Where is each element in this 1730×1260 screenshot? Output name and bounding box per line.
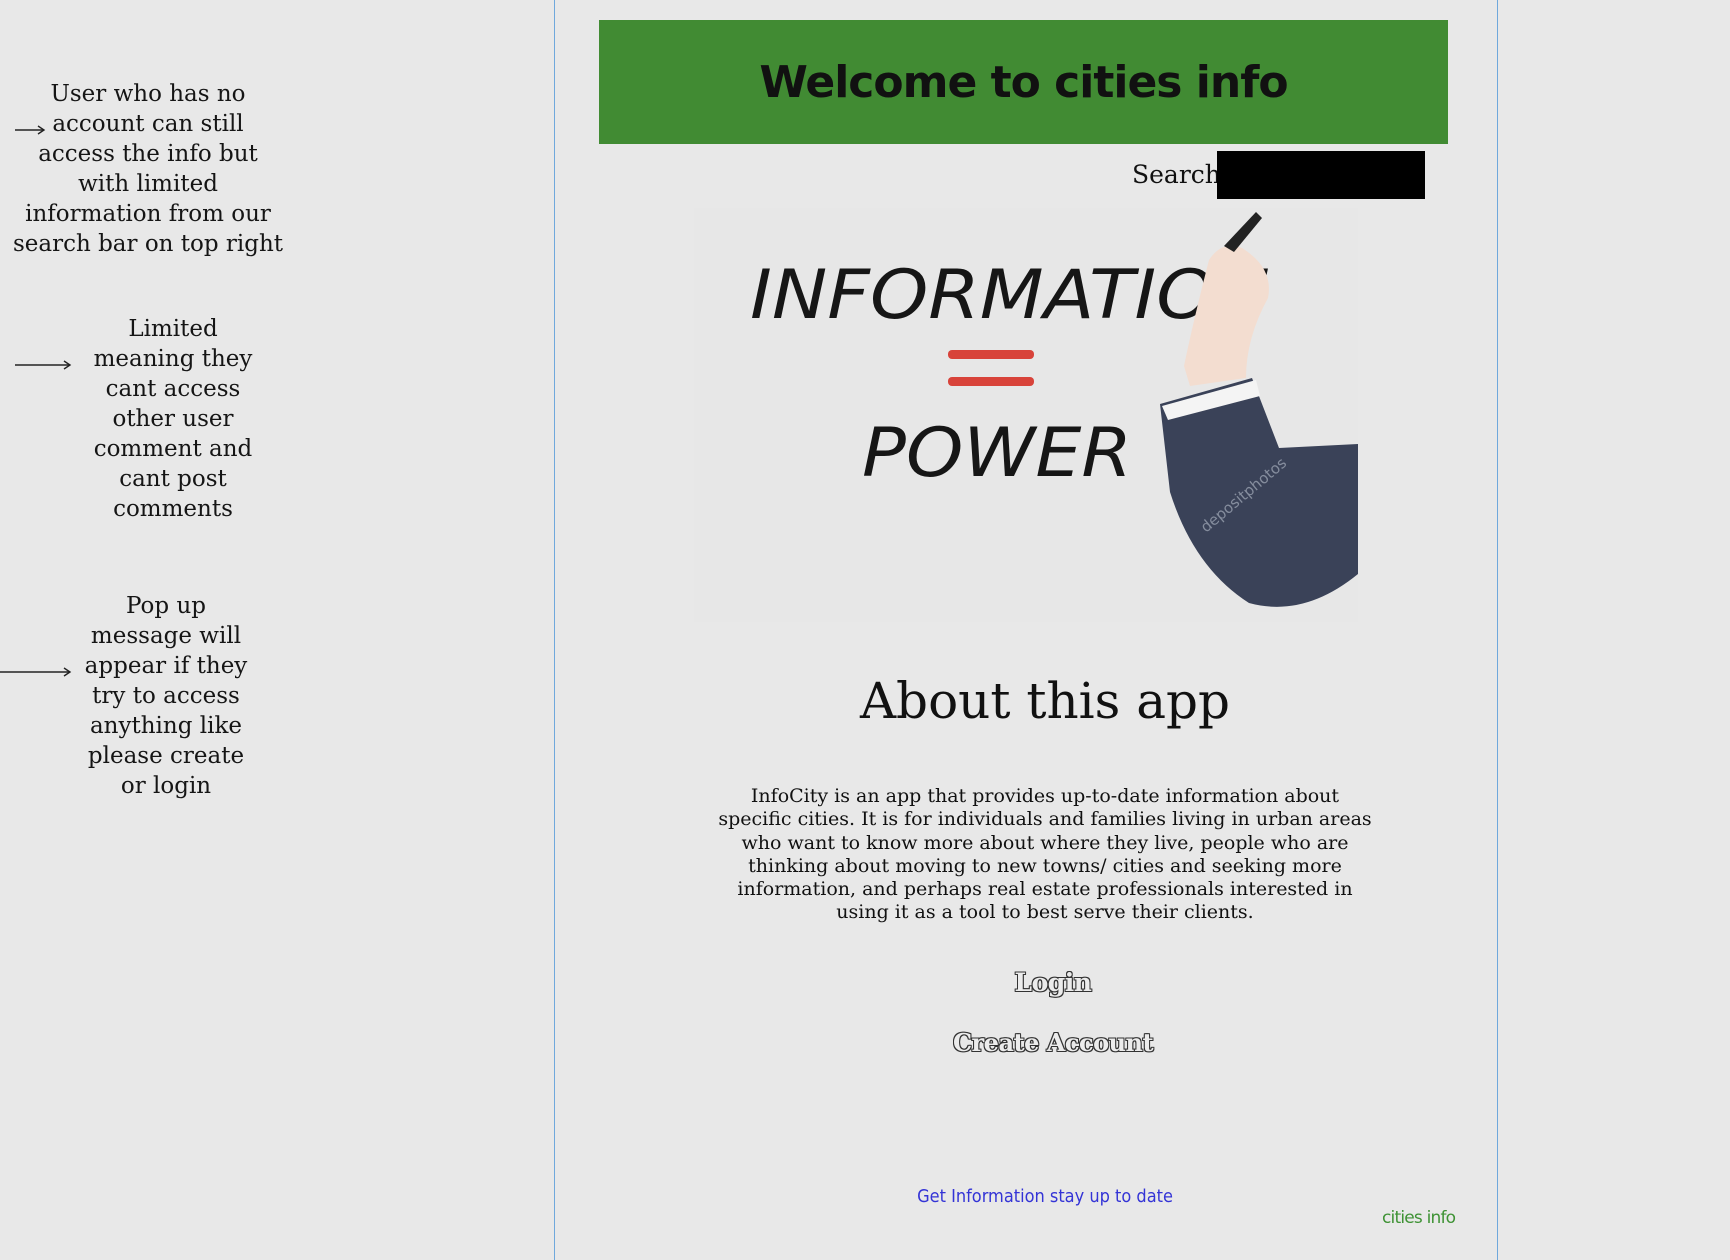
frame-right-line xyxy=(1497,0,1498,1260)
frame-left-line xyxy=(554,0,555,1260)
about-title: About this app xyxy=(859,672,1231,730)
annotation-arrow-1 xyxy=(15,125,46,135)
footer-info-link[interactable]: Get Information stay up to date xyxy=(900,1186,1190,1207)
hero-image: INFORMATION POWER depositphotos xyxy=(694,208,1358,622)
hero-line-information: INFORMATION xyxy=(750,256,1270,335)
footer-brand: cities info xyxy=(1382,1208,1456,1228)
header-banner: Welcome to cities info xyxy=(599,20,1448,144)
annotation-limited-access: Limited meaning they cant access other u… xyxy=(93,316,253,522)
create-account-button[interactable]: Create Account xyxy=(950,1028,1156,1057)
login-button[interactable]: Login xyxy=(1000,968,1106,997)
search-label: Search: xyxy=(1132,160,1230,189)
page-title: Welcome to cities info xyxy=(759,56,1288,108)
annotation-arrow-2 xyxy=(15,360,72,370)
hero-line-power: POWER xyxy=(862,414,1132,493)
annotation-guest-access: User who has no account can still access… xyxy=(12,81,284,257)
about-description: InfoCity is an app that provides up-to-d… xyxy=(718,785,1372,924)
annotation-arrow-3 xyxy=(0,667,72,677)
search-input[interactable] xyxy=(1217,151,1425,199)
annotation-popup-message: Pop up message will appear if they try t… xyxy=(84,593,248,799)
